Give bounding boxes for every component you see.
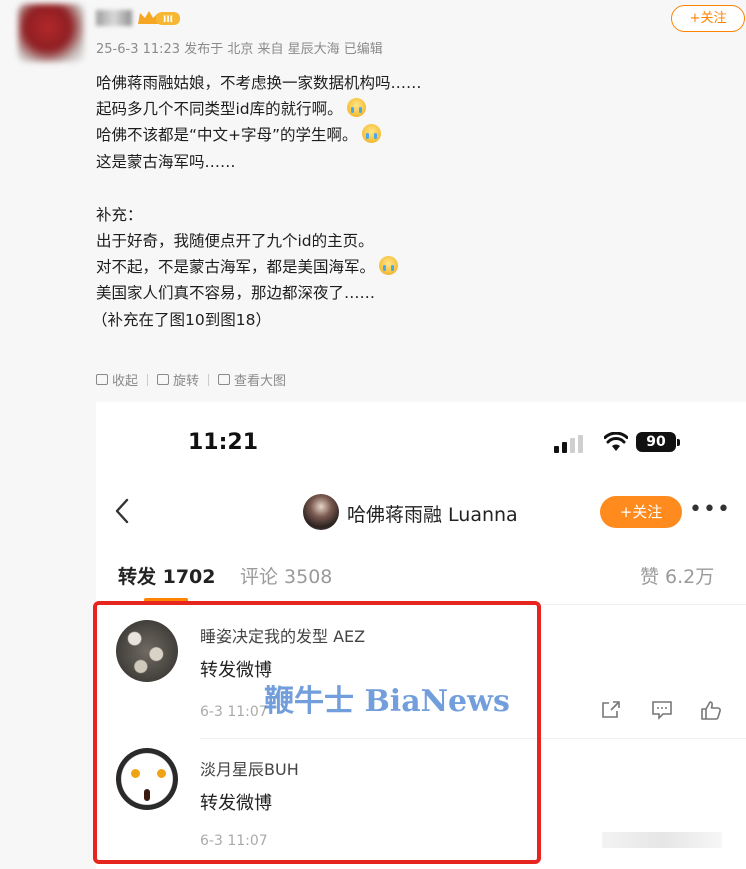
share-icon[interactable] bbox=[600, 700, 622, 720]
comment-icon[interactable] bbox=[651, 700, 673, 720]
crying-emoji-icon bbox=[346, 98, 366, 118]
image-toolbar: 收起 旋转 查看大图 bbox=[96, 370, 286, 389]
post-body: 哈佛蒋雨融姑娘，不考虑换一家数据机构吗…… 起码多几个不同类型id库的就行啊。 … bbox=[92, 70, 656, 333]
signal-icon bbox=[554, 435, 583, 453]
zoom-icon bbox=[218, 374, 231, 385]
post-line: 哈佛不该都是“中文+字母”的学生啊。 bbox=[96, 122, 656, 148]
like-icon[interactable] bbox=[700, 700, 722, 720]
blurred-avatar[interactable] bbox=[18, 4, 84, 62]
tab-likes[interactable]: 赞 6.2万 bbox=[640, 562, 714, 589]
vip-crown-icon: III bbox=[138, 11, 180, 25]
author-avatar[interactable] bbox=[303, 494, 339, 530]
follow-button-phone[interactable]: +关注 bbox=[600, 496, 682, 528]
collapse-button[interactable]: 收起 bbox=[96, 370, 138, 389]
collapse-icon bbox=[96, 374, 108, 385]
post-line: 哈佛蒋雨融姑娘，不考虑换一家数据机构吗…… bbox=[96, 74, 422, 92]
rotate-button[interactable]: 旋转 bbox=[157, 370, 199, 389]
view-large-button[interactable]: 查看大图 bbox=[218, 370, 286, 389]
wifi-icon bbox=[604, 432, 628, 451]
post-line: （补充在了图10到图18） bbox=[92, 310, 271, 329]
post-meta: 25-6-3 11:23 发布于 北京 来自 星辰大海 已编辑 bbox=[96, 42, 383, 57]
crying-emoji-icon bbox=[361, 124, 381, 144]
blurred-username[interactable] bbox=[96, 10, 132, 26]
weibo-post: III 25-6-3 11:23 发布于 北京 来自 星辰大海 已编辑 +关注 … bbox=[0, 0, 746, 400]
battery-indicator: 90 bbox=[636, 432, 676, 452]
more-options-icon[interactable]: ••• bbox=[689, 499, 731, 521]
post-line: 这是蒙古海军吗…… bbox=[96, 152, 236, 171]
highlight-box bbox=[93, 601, 541, 864]
post-line: 对不起，不是蒙古海军，都是美国海军。 bbox=[96, 254, 656, 280]
status-time: 11:21 bbox=[188, 430, 259, 455]
loading-placeholder bbox=[602, 832, 722, 848]
tab-reposts[interactable]: 转发 1702 bbox=[118, 562, 216, 589]
rotate-icon bbox=[157, 374, 170, 385]
post-line: 起码多几个不同类型id库的就行啊。 bbox=[96, 96, 656, 122]
post-line: 美国家人们真不容易，那边都深夜了…… bbox=[96, 284, 376, 303]
crying-emoji-icon bbox=[379, 256, 399, 276]
tab-comments[interactable]: 评论 3508 bbox=[240, 562, 332, 589]
post-line: 补充： bbox=[96, 205, 143, 224]
post-line: 出于好奇，我随便点开了九个id的主页。 bbox=[96, 231, 374, 250]
follow-button[interactable]: +关注 bbox=[671, 5, 745, 32]
author-name[interactable]: 哈佛蒋雨融 Luanna bbox=[347, 500, 518, 527]
vip-level: III bbox=[163, 15, 173, 25]
battery-tip bbox=[677, 439, 680, 446]
back-chevron-icon[interactable] bbox=[112, 498, 134, 524]
